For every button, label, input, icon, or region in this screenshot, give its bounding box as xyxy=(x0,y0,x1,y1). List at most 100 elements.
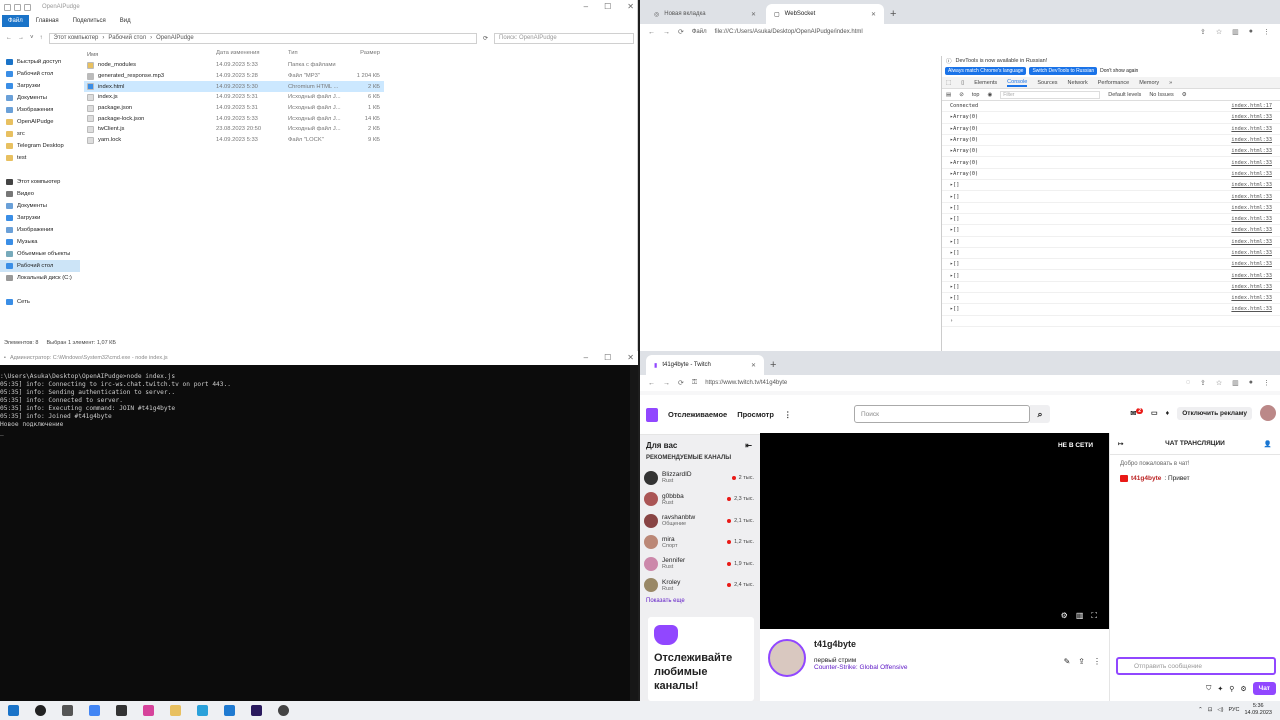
menu-icon[interactable]: ⋮ xyxy=(1263,379,1270,387)
eye-icon[interactable]: ◉ xyxy=(987,92,992,98)
console-line[interactable]: ▸Array(0) index.html:33 xyxy=(942,135,1280,147)
game-link[interactable]: Counter-Strike: Global Offensive xyxy=(814,664,907,671)
search-input[interactable]: Поиск: OpenAIPudge xyxy=(494,32,634,44)
explorer-icon[interactable] xyxy=(170,705,181,716)
nav-item[interactable]: OpenAIPudge xyxy=(0,116,80,128)
close-tab-icon[interactable]: ✕ xyxy=(871,11,876,18)
channel-name[interactable]: mira xyxy=(662,536,722,543)
filter-icon[interactable]: ⚲ xyxy=(1229,685,1234,693)
console-line[interactable]: ▸[] index.html:33 xyxy=(942,248,1280,260)
recommended-channel[interactable]: Jennifer Rust 1,9 тыс. xyxy=(640,553,760,575)
tab-websocket[interactable]: ▢ WebSocket ✕ xyxy=(766,4,884,24)
recent-icon[interactable]: ˅ xyxy=(30,35,34,41)
console-line[interactable]: ▸[] index.html:33 xyxy=(942,270,1280,282)
device-icon[interactable]: ▯ xyxy=(961,80,964,86)
tab-sources[interactable]: Sources xyxy=(1037,80,1057,86)
disable-ads-button[interactable]: Отключить рекламу xyxy=(1177,406,1252,420)
bookmark-star-icon[interactable]: ☆ xyxy=(1216,379,1222,387)
nav-item[interactable]: Загрузки xyxy=(0,212,80,224)
tab-memory[interactable]: Memory xyxy=(1139,80,1159,86)
console-line[interactable]: › xyxy=(942,316,1280,327)
fullscreen-icon[interactable]: ⛶ xyxy=(1091,611,1097,621)
console-line[interactable]: ▸[] index.html:33 xyxy=(942,237,1280,248)
console-source-link[interactable]: index.html:33 xyxy=(1231,137,1280,143)
eye-off-icon[interactable]: ◌ xyxy=(1186,379,1190,387)
console-source-link[interactable]: index.html:33 xyxy=(1231,284,1280,290)
nav-item[interactable]: Документы xyxy=(0,200,80,212)
nav-item[interactable]: Видео xyxy=(0,188,80,200)
console-source-link[interactable]: index.html:33 xyxy=(1231,306,1280,312)
nav-item[interactable]: Этот компьютер xyxy=(0,176,80,188)
collapse-icon[interactable]: ⇤ xyxy=(745,441,760,450)
profile-icon[interactable]: ● xyxy=(1249,379,1253,387)
close-tab-icon[interactable]: ✕ xyxy=(751,362,756,369)
ribbon-tab-home[interactable]: Главная xyxy=(29,18,66,24)
menu-icon[interactable]: ⋮ xyxy=(1263,28,1270,36)
column-name[interactable]: Имя xyxy=(84,50,216,60)
show-more-link[interactable]: Показать еще xyxy=(640,598,760,604)
file-row[interactable]: package-lock.json 14.09.2023 5:33 Исходный… xyxy=(84,113,384,124)
inbox-icon[interactable]: ✉ 2 xyxy=(1130,408,1144,418)
up-icon[interactable]: ↑ xyxy=(40,35,43,41)
console-line[interactable]: ▸[] index.html:33 xyxy=(942,282,1280,294)
console-line[interactable]: ▸Array(0) index.html:33 xyxy=(942,112,1280,124)
refresh-icon[interactable]: ⟳ xyxy=(483,35,488,42)
theatre-mode-icon[interactable]: ▥ xyxy=(1076,611,1084,621)
nav-item[interactable]: Рабочий стол xyxy=(0,68,80,80)
switch-russian-button[interactable]: Switch DevTools to Russian xyxy=(1029,67,1098,75)
address-bar[interactable]: file:///C:/Users/Asuka/Desktop/OpenAIPud… xyxy=(715,29,863,35)
collapse-chat-icon[interactable]: ↦ xyxy=(1118,440,1123,448)
settings-icon[interactable]: ⚙ xyxy=(1182,92,1187,98)
ribbon-tab-view[interactable]: Вид xyxy=(113,18,138,24)
obs-icon[interactable] xyxy=(278,705,289,716)
clock[interactable]: 5:36 14.09.2023 xyxy=(1244,703,1272,717)
channel-avatar[interactable] xyxy=(644,578,658,593)
new-tab-icon[interactable]: + xyxy=(890,8,896,20)
context-select[interactable]: top xyxy=(972,92,980,98)
console-line[interactable]: ▸[] index.html:33 xyxy=(942,259,1280,271)
recommended-channel[interactable]: Kroley Rust 2,4 тыс. xyxy=(640,575,760,597)
new-tab-icon[interactable]: + xyxy=(770,359,776,371)
console-line[interactable]: ▸[] index.html:33 xyxy=(942,180,1280,192)
whispers-icon[interactable]: ▭ xyxy=(1151,409,1158,417)
new-folder-icon[interactable] xyxy=(24,3,31,11)
close-tab-icon[interactable]: ✕ xyxy=(751,11,756,18)
recommended-channel[interactable]: ravshanbtw Общение 2,1 тыс. xyxy=(640,510,760,532)
properties-icon[interactable] xyxy=(14,3,21,11)
pink-app-icon[interactable] xyxy=(143,705,154,716)
column-date[interactable]: Дата изменения xyxy=(216,50,288,60)
more-icon[interactable]: ⋮ xyxy=(1093,657,1101,666)
file-row[interactable]: generated_response.mp3 14.09.2023 5:28 Фай… xyxy=(84,71,384,82)
sidepanel-icon[interactable]: ▥ xyxy=(1232,28,1239,36)
recommended-channel[interactable]: g0bbba Rust 2,3 тыс. xyxy=(640,489,760,511)
console-source-link[interactable]: index.html:33 xyxy=(1231,205,1280,211)
levels-dropdown[interactable]: Default levels xyxy=(1108,92,1141,98)
nav-item[interactable]: Изображения xyxy=(0,104,80,116)
more-tabs-icon[interactable]: » xyxy=(1169,80,1172,86)
console-line[interactable]: ▸[] index.html:33 xyxy=(942,203,1280,214)
bookmark-star-icon[interactable]: ☆ xyxy=(1216,28,1222,36)
telegram-icon[interactable] xyxy=(197,705,208,716)
console-line[interactable]: ▸[] index.html:33 xyxy=(942,191,1280,203)
close-icon[interactable]: ✕ xyxy=(627,353,634,362)
nav-browse[interactable]: Просмотр xyxy=(737,410,774,419)
sidepanel-icon[interactable]: ▥ xyxy=(1232,379,1239,387)
nav-item[interactable]: test xyxy=(0,152,80,164)
dont-show-button[interactable]: Don't show again xyxy=(1100,68,1138,74)
terminal-output[interactable]: :\Users\Asuka\Desktop\OpenAIPudge>node i… xyxy=(0,373,630,437)
settings-icon[interactable]: ⚙ xyxy=(1240,685,1246,693)
column-size[interactable]: Размер xyxy=(346,50,380,60)
share-icon[interactable]: ⇪ xyxy=(1078,657,1085,666)
console-line[interactable]: ▸[] index.html:33 xyxy=(942,225,1280,237)
path-segment[interactable]: Рабочий стол xyxy=(108,35,146,41)
channel-avatar[interactable] xyxy=(644,556,658,571)
console-line[interactable]: ▸Array(0) index.html:33 xyxy=(942,157,1280,169)
task-view-icon[interactable] xyxy=(62,705,73,716)
console-line[interactable]: ▸Array(0) index.html:33 xyxy=(942,146,1280,158)
tab-new-tab[interactable]: ◎ Новая вкладка ✕ xyxy=(646,4,764,24)
maximize-icon[interactable]: ☐ xyxy=(604,2,611,11)
channel-avatar[interactable] xyxy=(644,492,658,507)
clear-console-icon[interactable]: ⊘ xyxy=(959,92,964,98)
nav-item[interactable]: Сеть xyxy=(0,296,80,308)
start-icon[interactable] xyxy=(8,705,19,716)
